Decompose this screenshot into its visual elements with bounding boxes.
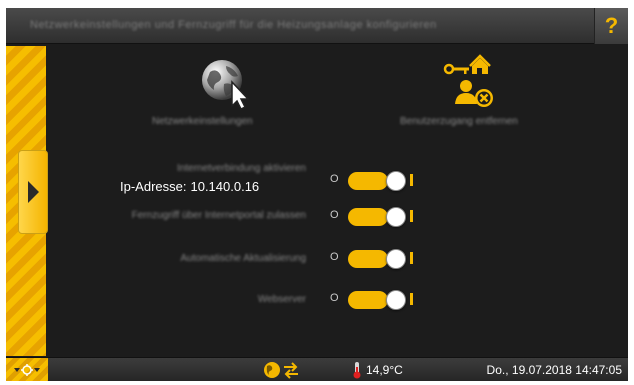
toggle-off-label: O <box>330 209 339 221</box>
webserver-label: Webserver <box>257 294 306 305</box>
toggle-track <box>348 171 406 191</box>
status-menu-button[interactable] <box>6 358 48 381</box>
ip-address-value: 10.140.0.16 <box>190 179 260 194</box>
user-key-home-icon <box>443 54 493 107</box>
thermometer-icon <box>353 362 361 379</box>
internet-connection-label: Internetverbindung aktivieren <box>177 163 306 174</box>
globe-transfer-icon <box>264 362 298 379</box>
title-bar: Netzwerkeinstellungen und Fernzugriff fü… <box>6 8 628 44</box>
user-access-label: Benutzerzugang entfernen <box>400 116 518 127</box>
page-title: Netzwerkeinstellungen und Fernzugriff fü… <box>30 19 437 31</box>
remote-access-label: Netzwerkeinstellungen <box>152 116 253 127</box>
toggle-knob <box>386 249 406 269</box>
question-mark-icon: ? <box>604 13 619 38</box>
toggle-off-label: O <box>330 292 339 304</box>
internet-connection-toggle[interactable]: O <box>330 171 420 191</box>
ip-address-label: Ip-Adresse: 10.140.0.16 <box>120 179 259 194</box>
toggle-track <box>348 290 406 310</box>
toggle-off-label: O <box>330 173 339 185</box>
toggle-off-label: O <box>330 251 339 263</box>
chevron-right-icon <box>27 181 39 203</box>
auto-update-label: Automatische Aktualisierung <box>180 253 306 264</box>
toggle-knob <box>386 171 406 191</box>
hazard-menu-icon <box>14 364 40 376</box>
toggle-track <box>348 249 406 269</box>
toggle-on-mark <box>410 293 413 305</box>
status-bar: 14,9°C Do., 19.07.2018 14:47:05 <box>6 357 628 381</box>
webserver-toggle[interactable]: O <box>330 290 420 310</box>
temperature-value: 14,9°C <box>366 363 403 377</box>
help-button[interactable]: ? <box>594 8 628 44</box>
globe-cursor-icon <box>202 60 250 111</box>
remote-portal-label: Fernzugriff über Internetportal zulassen <box>131 210 306 221</box>
remote-access-button[interactable] <box>200 58 252 111</box>
toggle-on-mark <box>410 210 413 222</box>
toggle-on-mark <box>410 252 413 264</box>
side-menu-toggle-button[interactable] <box>18 150 48 234</box>
ip-address-prefix: Ip-Adresse: <box>120 179 187 194</box>
datetime-value: Do., 19.07.2018 14:47:05 <box>486 363 622 377</box>
remote-portal-toggle[interactable]: O <box>330 207 420 227</box>
user-access-button[interactable] <box>442 54 496 114</box>
network-status[interactable] <box>262 360 302 380</box>
toggle-track <box>348 207 406 227</box>
toggle-knob <box>386 290 406 310</box>
app-screen: Netzwerkeinstellungen und Fernzugriff fü… <box>6 8 628 381</box>
toggle-on-mark <box>410 174 413 186</box>
auto-update-toggle[interactable]: O <box>330 249 420 269</box>
toggle-knob <box>386 207 406 227</box>
